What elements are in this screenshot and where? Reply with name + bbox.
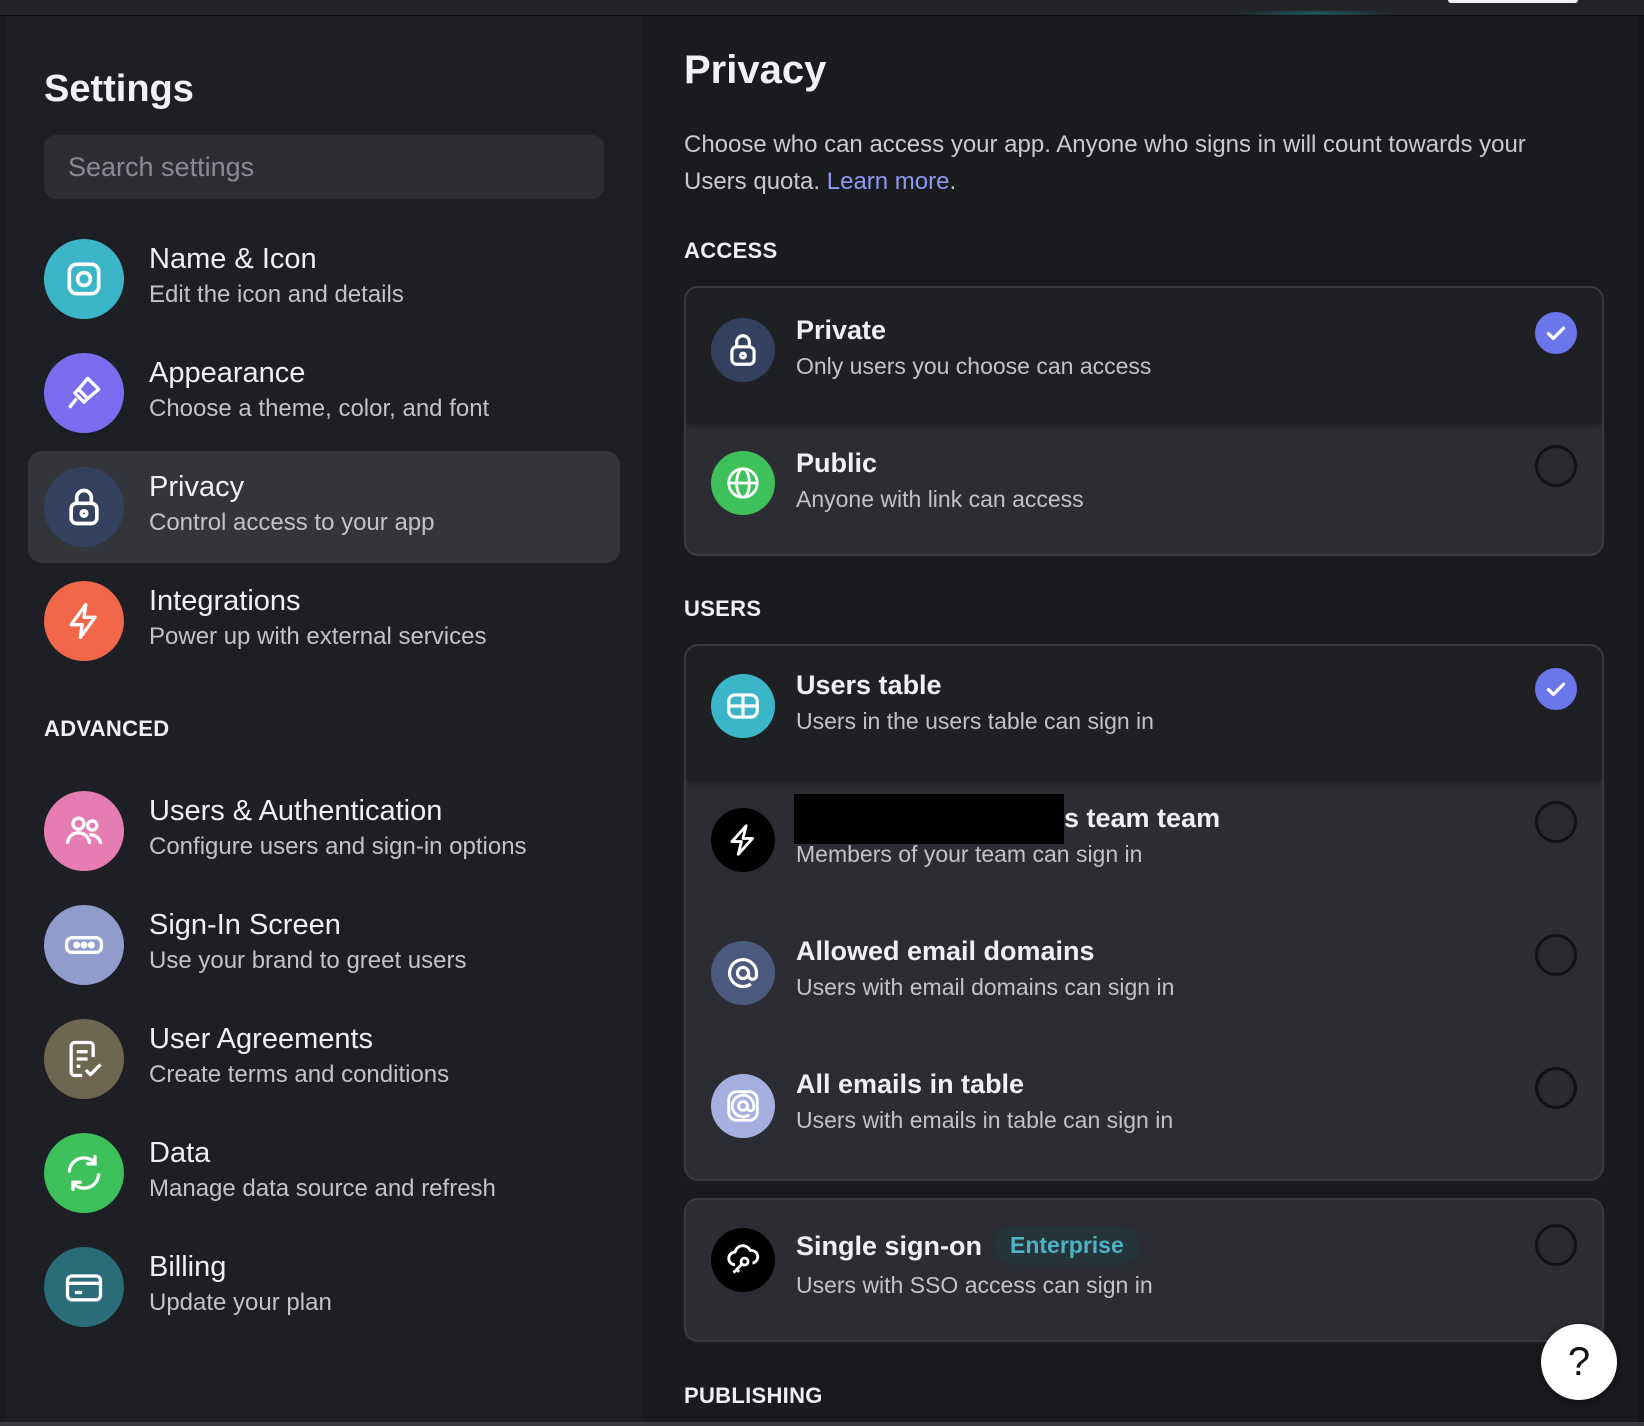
window-bottom-edge: [0, 1422, 1644, 1426]
option-label: Single sign-on: [796, 1231, 982, 1261]
team-radio[interactable]: [1535, 801, 1577, 843]
redacted-team-name: [794, 794, 1064, 844]
sidebar-item-desc: Choose a theme, color, and font: [149, 395, 490, 422]
publishing-section-label: PUBLISHING: [684, 1383, 823, 1408]
all-emails-in-table-radio[interactable]: [1535, 1067, 1577, 1109]
users-option-all-emails-in-table[interactable]: All emails in table Users with emails in…: [686, 1045, 1602, 1178]
access-option-public[interactable]: Public Anyone with link can access: [686, 421, 1602, 554]
option-label: Private: [796, 315, 887, 345]
learn-more-link[interactable]: Learn more: [827, 168, 950, 195]
lock-icon: [44, 467, 124, 547]
at-sign-box-icon: [711, 1074, 775, 1138]
private-radio[interactable]: [1535, 312, 1577, 354]
sidebar-item-label: Data: [149, 1137, 211, 1169]
users-option-team[interactable]: s team team Members of your team can sig…: [686, 779, 1602, 912]
sidebar-item-desc: Create terms and conditions: [149, 1061, 450, 1088]
page-title: Privacy: [684, 48, 827, 92]
sidebar-item-desc: Use your brand to greet users: [149, 947, 467, 974]
sidebar-item-desc: Configure users and sign-in options: [149, 833, 527, 860]
sidebar-item-integrations[interactable]: Integrations Power up with external serv…: [28, 565, 620, 677]
sso-label-row: Single sign-on Enterprise: [796, 1226, 1140, 1265]
sidebar-item-desc: Edit the icon and details: [149, 281, 404, 308]
allowed-email-domains-radio[interactable]: [1535, 934, 1577, 976]
lightning-icon: [44, 581, 124, 661]
option-label: Public: [796, 448, 878, 478]
option-desc: Users with email domains can sign in: [796, 974, 1175, 1000]
users-option-users-table[interactable]: Users table Users in the users table can…: [686, 646, 1602, 779]
sidebar-item-label: Name & Icon: [149, 243, 317, 275]
sidebar-item-label: Users & Authentication: [149, 795, 443, 827]
sidebar-item-label: Sign-In Screen: [149, 909, 341, 941]
option-desc: Users with emails in table can sign in: [796, 1107, 1174, 1133]
app-icon: [44, 239, 124, 319]
window-edge: [1638, 16, 1644, 1426]
public-radio[interactable]: [1535, 445, 1577, 487]
sidebar-item-label: Appearance: [149, 357, 306, 389]
sidebar-item-desc: Power up with external services: [149, 623, 487, 650]
option-desc: Users with SSO access can sign in: [796, 1272, 1153, 1298]
globe-icon: [711, 451, 775, 515]
option-label: s team team: [1064, 803, 1221, 833]
sidebar-item-appearance[interactable]: Appearance Choose a theme, color, and fo…: [28, 337, 620, 449]
option-desc: Only users you choose can access: [796, 353, 1152, 379]
document-check-icon: [44, 1019, 124, 1099]
access-option-private[interactable]: Private Only users you choose can access: [686, 288, 1602, 421]
sidebar-item-label: Privacy: [149, 471, 245, 503]
checkmark-icon: [1546, 682, 1566, 697]
password-icon: [44, 905, 124, 985]
advanced-section-label: ADVANCED: [44, 716, 170, 741]
sso-radio[interactable]: [1535, 1224, 1577, 1266]
top-bar-glow: [1230, 10, 1400, 16]
sidebar-item-desc: Control access to your app: [149, 509, 435, 536]
sidebar-item-users-authentication[interactable]: Users & Authentication Configure users a…: [28, 775, 620, 887]
users-section-label: USERS: [684, 596, 762, 621]
access-options-card: Private Only users you choose can access…: [684, 286, 1604, 556]
sidebar-item-privacy[interactable]: Privacy Control access to your app: [28, 451, 620, 563]
settings-sidebar: Settings Search settings Name & Icon Edi…: [5, 16, 643, 1422]
sidebar-item-sign-in-screen[interactable]: Sign-In Screen Use your brand to greet u…: [28, 889, 620, 1001]
option-label: Users table: [796, 670, 942, 700]
sidebar-item-billing[interactable]: Billing Update your plan: [28, 1231, 620, 1343]
sidebar-title: Settings: [44, 68, 194, 110]
option-desc: Anyone with link can access: [796, 486, 1084, 512]
sidebar-item-label: Billing: [149, 1251, 227, 1283]
option-label: All emails in table: [796, 1069, 1025, 1099]
users-icon: [44, 791, 124, 871]
sidebar-item-desc: Manage data source and refresh: [149, 1175, 496, 1202]
credit-card-icon: [44, 1247, 124, 1327]
sidebar-item-user-agreements[interactable]: User Agreements Create terms and conditi…: [28, 1003, 620, 1115]
refresh-icon: [44, 1133, 124, 1213]
search-input[interactable]: Search settings: [44, 135, 604, 199]
at-sign-icon: [711, 941, 775, 1005]
sidebar-item-label: User Agreements: [149, 1023, 374, 1055]
glide-logo-icon: [711, 808, 775, 872]
sso-option-card[interactable]: Single sign-on Enterprise Users with SSO …: [684, 1198, 1604, 1342]
option-desc: Members of your team can sign in: [796, 841, 1143, 867]
sidebar-item-desc: Update your plan: [149, 1289, 332, 1316]
help-button[interactable]: ?: [1541, 1324, 1617, 1400]
description-text: Choose who can access your app. Anyone w…: [684, 131, 1526, 195]
description-period: .: [949, 168, 957, 195]
lock-icon: [711, 318, 775, 382]
users-table-radio[interactable]: [1535, 668, 1577, 710]
enterprise-badge: Enterprise: [994, 1226, 1140, 1265]
sidebar-item-name-icon[interactable]: Name & Icon Edit the icon and details: [28, 223, 620, 335]
option-desc: Users in the users table can sign in: [796, 708, 1154, 734]
checkmark-icon: [1546, 326, 1566, 341]
sidebar-item-label: Integrations: [149, 585, 301, 617]
top-bar-button[interactable]: [1448, 0, 1578, 3]
cloud-key-icon: [711, 1228, 775, 1292]
sidebar-item-data[interactable]: Data Manage data source and refresh: [28, 1117, 620, 1229]
option-label: Allowed email domains: [796, 936, 1095, 966]
page-description: Choose who can access your app. Anyone w…: [684, 126, 1584, 200]
brush-icon: [44, 353, 124, 433]
users-option-allowed-email-domains[interactable]: Allowed email domains Users with email d…: [686, 912, 1602, 1045]
table-icon: [711, 674, 775, 738]
access-section-label: ACCESS: [684, 238, 778, 263]
users-options-card: Users table Users in the users table can…: [684, 644, 1604, 1181]
window-top-bar: [0, 0, 1644, 16]
